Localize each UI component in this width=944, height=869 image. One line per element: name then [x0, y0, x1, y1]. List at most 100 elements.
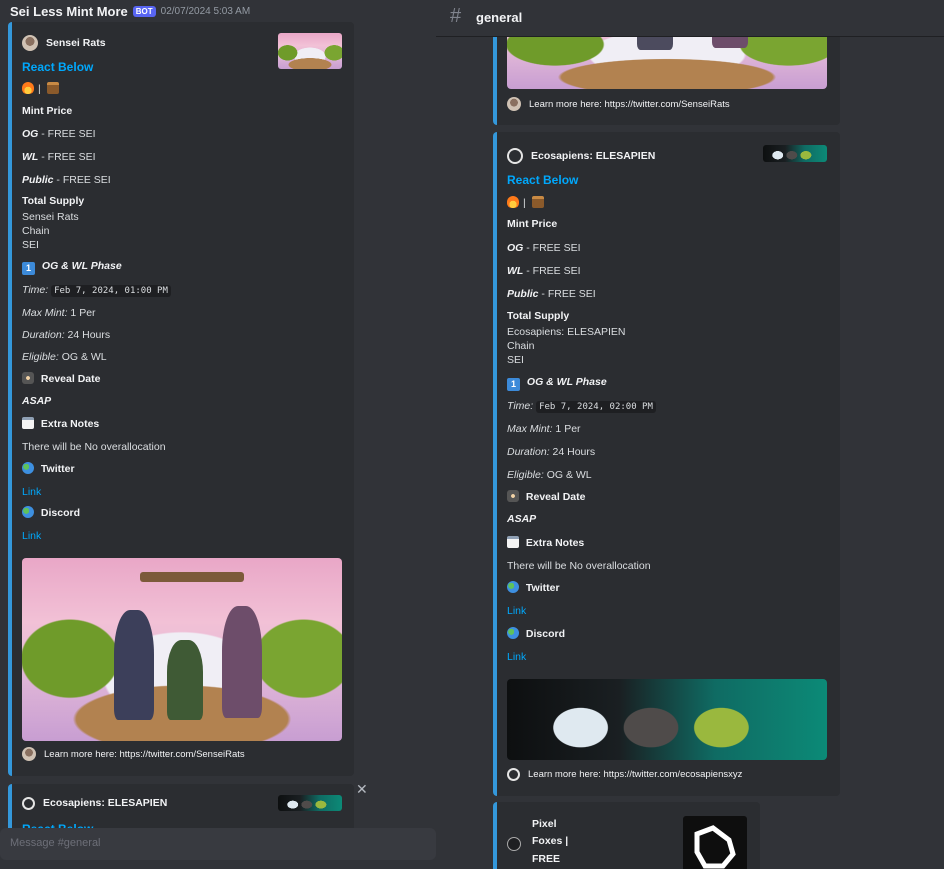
- torii-gate: [140, 572, 244, 582]
- embed-author-line: Pixel: [532, 818, 557, 830]
- supply-line: Ecosapiens: ELESAPIEN: [507, 326, 626, 338]
- rat-figure: [222, 606, 262, 718]
- discord-link[interactable]: Link: [507, 651, 526, 664]
- embed-thumbnail[interactable]: [278, 795, 342, 811]
- pixel-foxes-logo-icon: [507, 837, 521, 851]
- reveal-date-value: ASAP: [507, 513, 537, 525]
- supply-line: SEI: [507, 354, 524, 366]
- discord-link[interactable]: Link: [22, 530, 41, 543]
- extra-notes-heading: Extra Notes: [507, 536, 584, 550]
- message-author[interactable]: Sei Less Mint More: [10, 4, 128, 19]
- mint-price-label: Mint Price: [507, 218, 558, 230]
- briefcase-icon: [46, 82, 59, 94]
- pixel-fox-icon: [694, 825, 736, 869]
- message-header: Sei Less Mint More BOT 02/07/2024 5:03 A…: [10, 3, 250, 19]
- fire-icon: [22, 82, 34, 94]
- supply-line: Chain: [507, 340, 535, 352]
- mint-time: Time: Feb 7, 2024, 01:00 PM: [22, 284, 171, 298]
- embed-title[interactable]: React Below: [507, 174, 578, 187]
- max-mint: Max Mint: 1 Per: [507, 423, 581, 435]
- supply-line: Sensei Rats: [22, 211, 79, 223]
- mint-embed-pixel-foxes: Pixel Foxes | FREE: [493, 802, 760, 869]
- embed-author-line: FREE: [532, 853, 561, 865]
- embed-footer: Learn more here: https://twitter.com/Sen…: [22, 747, 245, 761]
- embed-author: Ecosapiens: ELESAPIEN: [22, 797, 167, 810]
- left-chat-pane: Sei Less Mint More BOT 02/07/2024 5:03 A…: [0, 0, 436, 869]
- hashtag-icon: #: [450, 5, 462, 27]
- embed-thumbnail[interactable]: [763, 145, 827, 162]
- mint-time: Time: Feb 7, 2024, 02:00 PM: [507, 400, 656, 414]
- ecosapiens-logo-icon: [507, 768, 520, 781]
- og-price: OG - FREE SEI: [22, 128, 96, 140]
- duration: Duration: 24 Hours: [507, 446, 596, 458]
- ninja-icon: [507, 490, 519, 502]
- bot-tag: BOT: [132, 5, 156, 17]
- embed-author-name: Ecosapiens: ELESAPIEN: [531, 149, 656, 162]
- embed-author-name: Sensei Rats: [46, 36, 106, 49]
- right-chat-pane: Learn more here: https://twitter.com/Sen…: [436, 0, 944, 869]
- message-timestamp: 02/07/2024 5:03 AM: [160, 5, 251, 17]
- reveal-date-heading: Reveal Date: [22, 372, 100, 386]
- embed-author-icon-wrap: [507, 837, 521, 851]
- embed-author: Sensei Rats: [22, 35, 106, 51]
- eligible: Eligible: OG & WL: [507, 469, 592, 481]
- extra-notes-value: There will be No overallocation: [22, 441, 166, 453]
- footer-text[interactable]: Learn more here: https://twitter.com/Sen…: [529, 98, 730, 111]
- twitter-link[interactable]: Link: [507, 605, 526, 618]
- embed-footer: Learn more here: https://twitter.com/Sen…: [507, 97, 730, 111]
- globe-icon: [22, 506, 34, 518]
- public-price: Public - FREE SEI: [507, 288, 596, 300]
- reveal-date-value: ASAP: [22, 395, 52, 407]
- wl-price: WL - FREE SEI: [22, 151, 96, 163]
- embed-title[interactable]: React Below: [22, 61, 93, 74]
- og-price: OG - FREE SEI: [507, 242, 581, 254]
- supply-line: SEI: [22, 239, 39, 251]
- footer-text[interactable]: Learn more here: https://twitter.com/Sen…: [44, 748, 245, 761]
- extra-notes-heading: Extra Notes: [22, 417, 99, 431]
- globe-icon: [507, 581, 519, 593]
- fire-icon: [507, 196, 519, 208]
- wl-price: WL - FREE SEI: [507, 265, 581, 277]
- twitter-link[interactable]: Link: [22, 486, 41, 499]
- ecosapiens-logo-icon: [22, 797, 35, 810]
- sensei-rats-avatar-icon: [507, 97, 521, 111]
- globe-icon: [22, 462, 34, 474]
- mint-price-label: Mint Price: [22, 105, 73, 117]
- twitter-heading: Twitter: [507, 581, 560, 595]
- mint-embed-ecosapiens: Ecosapiens: ELESAPIEN React Below | Mint…: [493, 132, 840, 796]
- twitter-heading: Twitter: [22, 462, 75, 476]
- embed-footer: Learn more here: https://twitter.com/eco…: [507, 768, 742, 781]
- message-composer[interactable]: Message #general: [0, 828, 436, 860]
- max-mint: Max Mint: 1 Per: [22, 307, 96, 319]
- keycap-one-icon: 1: [22, 262, 35, 275]
- phase-heading: 1 OG & WL Phase: [22, 260, 122, 275]
- sensei-rats-embed-image[interactable]: [22, 558, 342, 741]
- embed-thumbnail[interactable]: [278, 33, 342, 69]
- close-icon[interactable]: ✕: [356, 781, 368, 798]
- phase-heading: 1 OG & WL Phase: [507, 376, 607, 391]
- globe-icon: [507, 627, 519, 639]
- channel-header: # general: [436, 0, 944, 37]
- embed-thumbnail[interactable]: [683, 816, 747, 869]
- sensei-rats-avatar-icon: [22, 35, 38, 51]
- ninja-icon: [22, 372, 34, 384]
- keycap-one-icon: 1: [507, 378, 520, 391]
- duration: Duration: 24 Hours: [22, 329, 111, 341]
- embed-author: Ecosapiens: ELESAPIEN: [507, 148, 655, 164]
- reveal-date-heading: Reveal Date: [507, 490, 585, 504]
- supply-line: Chain: [22, 225, 50, 237]
- embed-author-name: Ecosapiens: ELESAPIEN: [43, 797, 168, 809]
- reaction-line: |: [507, 196, 548, 210]
- notepad-icon: [22, 417, 34, 429]
- briefcase-icon: [531, 196, 544, 208]
- footer-text[interactable]: Learn more here: https://twitter.com/eco…: [528, 768, 742, 781]
- notepad-icon: [507, 536, 519, 548]
- embed-author-line: Foxes |: [532, 835, 569, 847]
- reaction-line: |: [22, 82, 63, 96]
- total-supply-label: Total Supply: [22, 195, 85, 207]
- sensei-rats-avatar-icon: [22, 747, 36, 761]
- channel-name[interactable]: general: [476, 10, 522, 25]
- discord-heading: Discord: [507, 627, 565, 641]
- ecosapiens-embed-image[interactable]: [507, 679, 827, 760]
- public-price: Public - FREE SEI: [22, 174, 111, 186]
